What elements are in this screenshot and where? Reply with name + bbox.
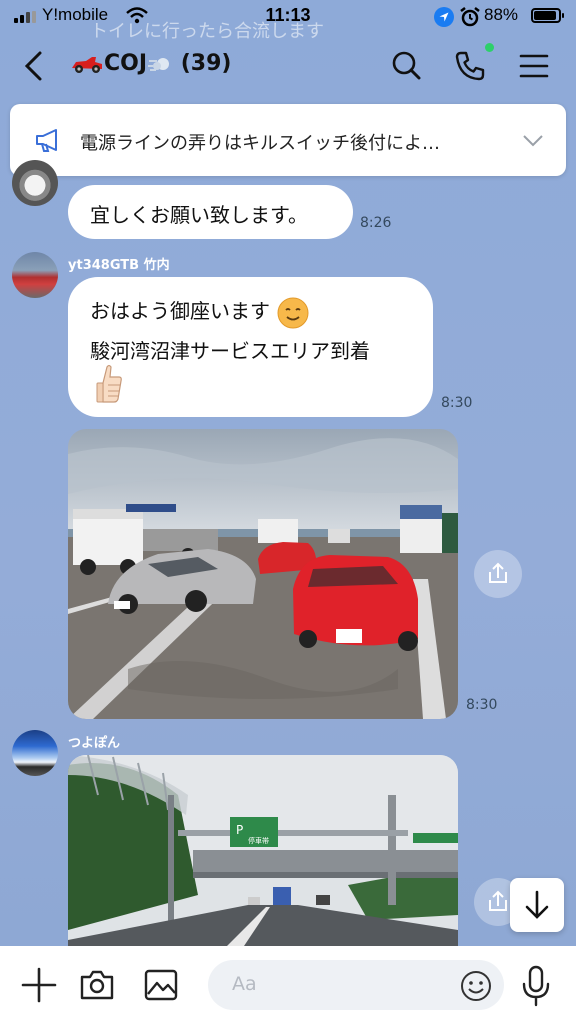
menu-icon[interactable] (516, 48, 552, 84)
message-text: 宜しくお願い致します。 (90, 203, 308, 227)
message-time: 8:26 (360, 215, 392, 231)
megaphone-icon (36, 129, 57, 152)
announcement-banner[interactable]: 電源ラインの弄りはキルスイッチ後付によ… (10, 104, 566, 176)
emoji-icon[interactable] (460, 970, 492, 1002)
image-icon[interactable] (142, 966, 180, 1004)
share-icon (489, 562, 507, 583)
sender-name: yt348GTB 竹内 (68, 258, 170, 273)
message-text: おはよう御座います (90, 299, 270, 323)
photo-message[interactable]: P 停車帯 (68, 755, 458, 955)
microphone-icon[interactable] (518, 964, 554, 1008)
sign-p-text: P (236, 823, 243, 837)
avatar[interactable] (12, 730, 58, 776)
chevron-down-icon[interactable] (522, 130, 544, 150)
battery-icon (531, 8, 564, 23)
message-text: 駿河湾沼津サービスエリア到着 (90, 339, 370, 363)
thumbs-up-icon (96, 364, 122, 403)
avatar[interactable] (12, 252, 58, 298)
share-button[interactable] (474, 550, 522, 598)
photo-message[interactable] (68, 429, 458, 719)
chat-header: COJ (39) (0, 38, 576, 94)
scroll-to-bottom-button[interactable] (510, 878, 564, 932)
message-time: 8:30 (466, 697, 498, 713)
race-car-icon (72, 57, 102, 73)
plus-icon[interactable] (20, 966, 58, 1004)
camera-icon[interactable] (78, 966, 116, 1004)
sender-name: つよぽん (68, 736, 121, 751)
arrow-down-icon (525, 890, 549, 919)
message-time: 8:30 (441, 395, 473, 411)
phone-icon[interactable] (452, 48, 488, 84)
sign-text: 停車帯 (248, 836, 269, 845)
dash-cloud-icon (148, 58, 170, 71)
alarm-icon (460, 7, 480, 27)
message-bubble[interactable]: おはよう御座います 駿河湾沼津サービスエリア到着 (68, 277, 433, 417)
avatar[interactable] (12, 160, 58, 206)
composer-bar: Aa (0, 946, 576, 1024)
message-bubble[interactable]: 宜しくお願い致します。 (68, 185, 353, 239)
message-input-placeholder: Aa (232, 973, 257, 995)
smiling-face-icon (277, 297, 309, 328)
call-active-dot (485, 43, 494, 52)
back-icon[interactable] (18, 48, 54, 84)
highway-photo: P 停車帯 (68, 755, 458, 955)
chat-title-text: COJ (104, 51, 148, 76)
search-icon[interactable] (388, 48, 424, 84)
message-line: おはよう御座います (90, 295, 310, 330)
announcement-text: 電源ラインの弄りはキルスイッチ後付によ… (80, 133, 440, 154)
member-count: (39) (180, 51, 232, 76)
location-icon (434, 7, 454, 27)
chat-title[interactable]: COJ (39) (70, 51, 231, 76)
parking-lot-photo (68, 429, 458, 719)
battery-percent: 88% (484, 5, 519, 24)
